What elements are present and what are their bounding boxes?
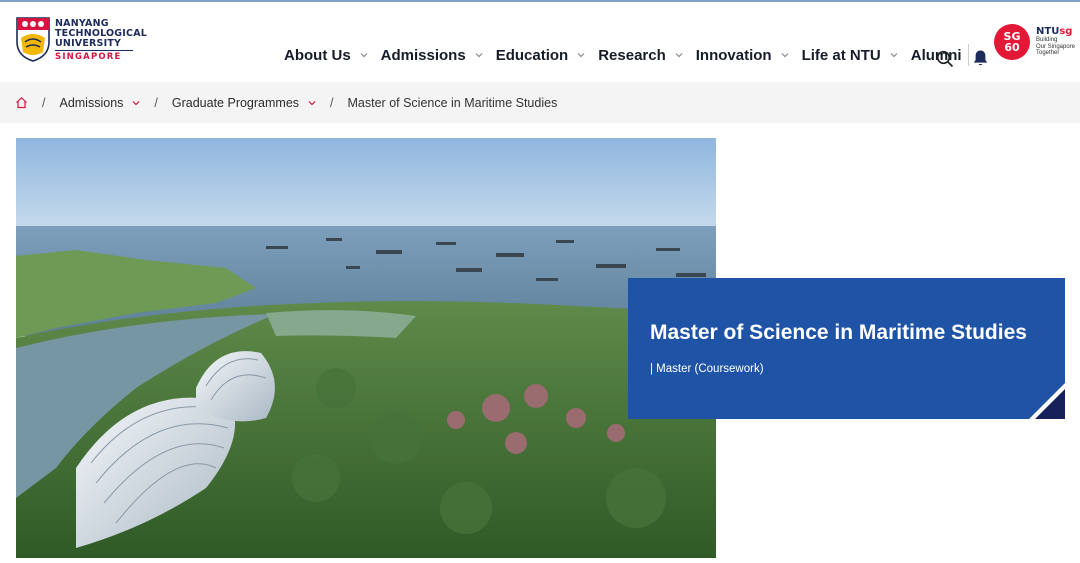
university-country: SINGAPORE (55, 52, 122, 62)
ntusg-tagline: Building Our Singapore Together (1036, 37, 1076, 56)
hero-image (16, 138, 716, 558)
nav-about-us[interactable]: About Us (284, 47, 368, 64)
breadcrumb-current-page: Master of Science in Maritime Studies (347, 95, 558, 110)
ntusg-brand[interactable]: NTUsg Building Our Singapore Together (1036, 26, 1080, 57)
ntusg-wordmark: NTUsg (1036, 26, 1073, 37)
chevron-down-icon (781, 53, 789, 58)
breadcrumb-separator: / (330, 95, 334, 110)
logo-divider (55, 50, 133, 51)
sg60-badge[interactable]: SG 60 (994, 24, 1030, 60)
chevron-down-icon (132, 100, 140, 105)
breadcrumb-graduate-programmes[interactable]: Graduate Programmes (172, 96, 316, 110)
chevron-down-icon (675, 53, 683, 58)
chevron-down-icon (890, 53, 898, 58)
search-icon[interactable] (936, 50, 954, 68)
hero-aerial-photo (16, 138, 716, 558)
programme-title-card: Master of Science in Maritime Studies | … (628, 278, 1065, 419)
breadcrumb-separator: / (42, 95, 46, 110)
page-title: Master of Science in Maritime Studies (650, 321, 1027, 344)
university-name: NANYANG TECHNOLOGICAL UNIVERSITY (55, 18, 148, 49)
ntu-crest-icon (16, 17, 50, 62)
nav-admissions[interactable]: Admissions (381, 47, 483, 64)
bell-icon[interactable] (972, 49, 989, 67)
nav-education[interactable]: Education (496, 47, 586, 64)
nav-life-at-ntu[interactable]: Life at NTU (802, 47, 898, 64)
nav-divider (967, 44, 969, 66)
breadcrumb: / Admissions / Graduate Programmes / Mas… (0, 82, 1080, 123)
programme-type: | Master (Coursework) (650, 363, 764, 375)
nav-innovation[interactable]: Innovation (696, 47, 789, 64)
home-icon[interactable] (15, 96, 28, 109)
main-navigation: About Us Admissions Education Research I… (284, 42, 969, 68)
chevron-down-icon (577, 53, 585, 58)
site-header: NANYANG TECHNOLOGICAL UNIVERSITY SINGAPO… (0, 2, 1080, 82)
corner-fold-icon (1029, 383, 1065, 419)
ntu-logo[interactable]: NANYANG TECHNOLOGICAL UNIVERSITY SINGAPO… (15, 16, 155, 68)
chevron-down-icon (475, 53, 483, 58)
chevron-down-icon (308, 100, 316, 105)
breadcrumb-admissions[interactable]: Admissions (59, 96, 140, 110)
nav-research[interactable]: Research (598, 47, 683, 64)
breadcrumb-separator: / (154, 95, 158, 110)
chevron-down-icon (360, 53, 368, 58)
